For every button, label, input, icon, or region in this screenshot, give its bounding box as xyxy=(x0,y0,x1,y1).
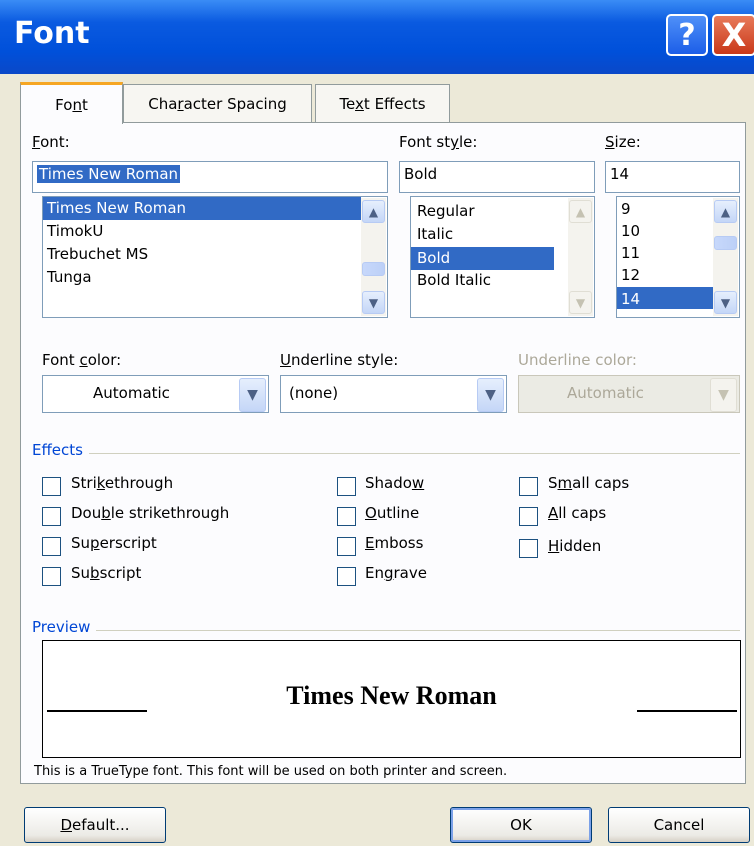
preview-divider xyxy=(32,630,740,631)
chevron-down-icon[interactable]: ▼ xyxy=(239,378,266,412)
size-input-value: 14 xyxy=(610,165,630,183)
underline-color-value: Automatic xyxy=(567,384,644,402)
title-bar[interactable] xyxy=(0,0,754,74)
chevron-down-icon[interactable]: ▼ xyxy=(477,378,504,412)
scroll-thumb[interactable] xyxy=(714,236,737,250)
scroll-up-icon[interactable]: ▲ xyxy=(362,200,385,223)
shadow-label: Shadow xyxy=(365,474,425,492)
cancel-button[interactable]: Cancel xyxy=(608,807,750,843)
underline-style-label: Underline style: xyxy=(280,351,399,369)
outline-checkbox[interactable] xyxy=(337,507,356,526)
size-label: Size: xyxy=(605,133,641,151)
double-strikethrough-checkbox[interactable] xyxy=(42,507,61,526)
font-list[interactable]: Times New Roman TimokU Trebuchet MS Tung… xyxy=(42,196,388,318)
size-list-item[interactable]: 14 xyxy=(617,287,713,309)
font-style-input-value: Bold xyxy=(404,165,438,183)
engrave-checkbox[interactable] xyxy=(337,567,356,586)
hidden-label: Hidden xyxy=(548,537,602,555)
font-style-list-item[interactable]: Regular xyxy=(411,201,594,224)
effects-divider xyxy=(32,453,740,454)
scroll-down-icon[interactable]: ▼ xyxy=(714,291,737,314)
superscript-label: Superscript xyxy=(71,534,157,552)
double-strikethrough-label: Double strikethrough xyxy=(71,504,230,522)
font-style-input[interactable]: Bold xyxy=(399,161,595,193)
small-caps-checkbox[interactable] xyxy=(519,477,538,496)
font-list-item[interactable]: Times New Roman xyxy=(43,197,361,220)
engrave-label: Engrave xyxy=(365,564,427,582)
preview-sample-text: Times New Roman xyxy=(286,681,497,710)
underline-style-dropdown[interactable]: (none) ▼ xyxy=(280,375,507,413)
cancel-button-label: Cancel xyxy=(653,816,705,834)
close-button[interactable]: X xyxy=(712,14,754,56)
preview-baseline-right xyxy=(637,710,737,712)
default-button[interactable]: Default... xyxy=(24,807,166,843)
strikethrough-checkbox[interactable] xyxy=(42,477,61,496)
tab-text-effects[interactable]: Text Effects xyxy=(315,84,450,122)
size-input[interactable]: 14 xyxy=(605,161,740,193)
underline-color-dropdown: Automatic ▼ xyxy=(518,375,740,413)
font-style-list[interactable]: Regular Italic Bold Bold Italic ▲ ▼ xyxy=(410,196,595,318)
font-color-label: Font color: xyxy=(42,351,122,369)
effects-title: Effects xyxy=(32,441,89,459)
scroll-thumb[interactable] xyxy=(362,262,385,276)
font-style-list-item[interactable]: Italic xyxy=(411,224,594,247)
scroll-up-icon[interactable]: ▲ xyxy=(714,200,737,223)
font-input[interactable]: Times New Roman xyxy=(32,161,388,193)
font-style-label: Font style: xyxy=(399,133,478,151)
ok-button[interactable]: OK xyxy=(450,807,592,843)
size-list[interactable]: 9 10 11 12 14 ▲ ▼ xyxy=(616,196,740,318)
scroll-down-icon[interactable]: ▼ xyxy=(362,291,385,314)
help-icon: ? xyxy=(678,17,696,53)
font-color-dropdown[interactable]: Automatic ▼ xyxy=(42,375,269,413)
tab-font[interactable]: Font xyxy=(20,82,123,124)
font-input-value: Times New Roman xyxy=(37,165,181,183)
preview-title: Preview xyxy=(32,618,97,636)
tab-font-label: Font xyxy=(55,95,88,114)
emboss-label: Emboss xyxy=(365,534,424,552)
tab-character-spacing-label: Character Spacing xyxy=(148,94,287,113)
font-list-scrollbar[interactable]: ▲ ▼ xyxy=(361,198,386,316)
preview-box: Times New Roman xyxy=(42,640,741,758)
help-button[interactable]: ? xyxy=(666,14,708,56)
font-label: Font: xyxy=(32,133,70,151)
font-list-item[interactable]: Trebuchet MS xyxy=(43,243,387,266)
default-button-label: Default... xyxy=(60,816,130,834)
preview-note: This is a TrueType font. This font will … xyxy=(34,764,508,779)
all-caps-checkbox[interactable] xyxy=(519,507,538,526)
small-caps-label: Small caps xyxy=(548,474,630,492)
scroll-up-icon: ▲ xyxy=(569,200,592,223)
font-style-scrollbar: ▲ ▼ xyxy=(568,198,593,316)
scroll-down-icon: ▼ xyxy=(569,291,592,314)
font-list-item[interactable]: Tunga xyxy=(43,266,387,289)
font-style-list-item[interactable]: Bold Italic xyxy=(411,270,594,293)
font-style-list-item[interactable]: Bold xyxy=(411,247,554,270)
tab-text-effects-label: Text Effects xyxy=(339,94,426,113)
strikethrough-label: Strikethrough xyxy=(71,474,174,492)
font-list-item[interactable]: TimokU xyxy=(43,220,387,243)
underline-color-label: Underline color: xyxy=(518,351,637,369)
outline-label: Outline xyxy=(365,504,420,522)
superscript-checkbox[interactable] xyxy=(42,537,61,556)
size-list-scrollbar[interactable]: ▲ ▼ xyxy=(713,198,738,316)
window-title: Font xyxy=(14,16,90,51)
hidden-checkbox[interactable] xyxy=(519,539,538,558)
chevron-down-icon: ▼ xyxy=(710,378,737,412)
subscript-label: Subscript xyxy=(71,564,142,582)
ok-button-label: OK xyxy=(510,816,532,834)
underline-style-value: (none) xyxy=(289,384,339,402)
emboss-checkbox[interactable] xyxy=(337,537,356,556)
tab-character-spacing[interactable]: Character Spacing xyxy=(123,84,312,122)
all-caps-label: All caps xyxy=(548,504,607,522)
font-color-value: Automatic xyxy=(93,384,170,402)
shadow-checkbox[interactable] xyxy=(337,477,356,496)
close-icon: X xyxy=(721,16,747,54)
subscript-checkbox[interactable] xyxy=(42,567,61,586)
